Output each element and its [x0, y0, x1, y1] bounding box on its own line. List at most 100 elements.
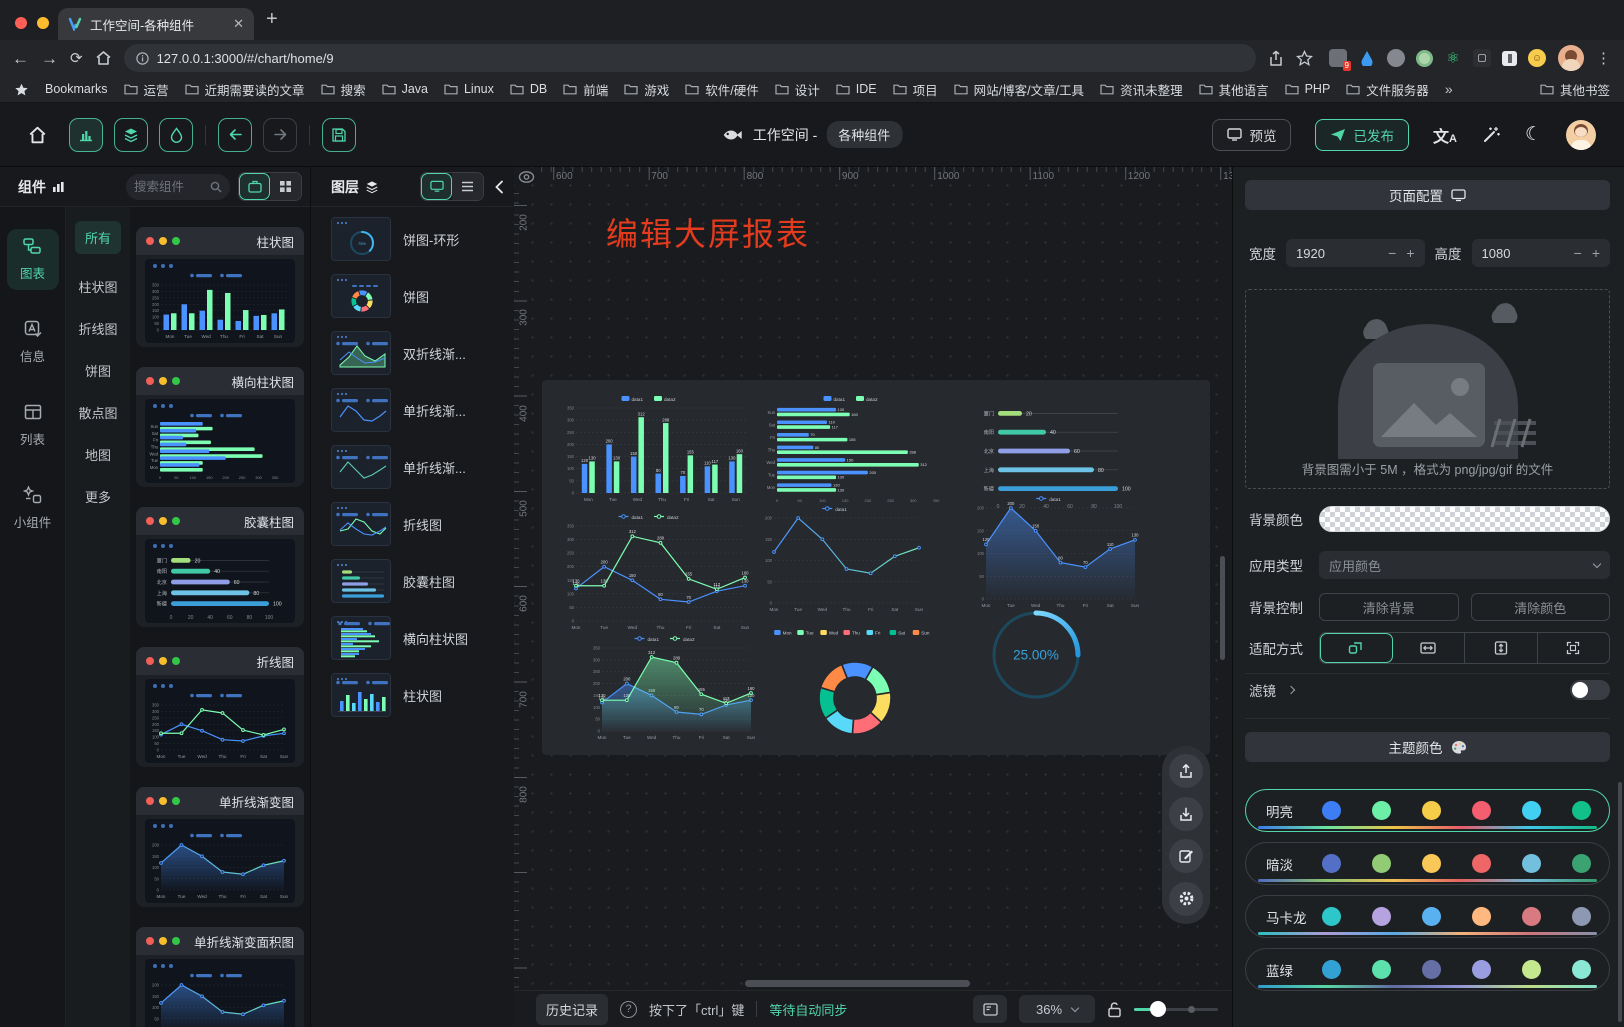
bookmark-folder[interactable]: 其他语言 — [1199, 80, 1269, 99]
toolbox-view-button[interactable] — [239, 173, 270, 200]
fit-width-button[interactable] — [1393, 633, 1466, 663]
user-avatar[interactable] — [1566, 120, 1596, 150]
ext-blue-drop-icon[interactable] — [1358, 49, 1376, 67]
window-minimize-button[interactable] — [37, 17, 49, 29]
fit-stretch-button[interactable] — [1538, 633, 1610, 663]
bg-color-swatch[interactable] — [1319, 506, 1610, 532]
widget-dual-area-chart[interactable]: data1data2050100150200250300350MonTueWed… — [582, 632, 758, 742]
ext-sidebar-icon[interactable] — [1502, 51, 1517, 66]
canvas-horizontal-scrollbar[interactable] — [745, 980, 970, 987]
width-minus-button[interactable]: − — [1388, 245, 1396, 261]
history-button[interactable]: 历史记录 — [536, 994, 608, 1025]
back-button[interactable]: ← — [12, 50, 29, 67]
bookmark-folder[interactable]: IDE — [836, 82, 877, 96]
doc-panel-button[interactable] — [973, 995, 1007, 1023]
component-card[interactable]: 横向柱状图050100150200250300350SunSatFriThuWe… — [136, 367, 304, 487]
layer-item[interactable]: 饼图 — [331, 274, 514, 318]
editor-canvas[interactable]: 6007008009001000110012001300 20030040050… — [514, 167, 1232, 990]
ext-puzzle-icon[interactable] — [1473, 49, 1491, 67]
widget-progress-ring[interactable]: 25.00% — [986, 605, 1086, 705]
bookmark-folder[interactable]: Linux — [444, 82, 494, 96]
ext-gray-badge-icon[interactable]: 9 — [1329, 49, 1347, 67]
save-button[interactable] — [322, 118, 356, 152]
layer-item[interactable]: 柱状图 — [331, 673, 514, 717]
bookmark-folder[interactable]: 资讯未整理 — [1100, 80, 1183, 99]
redo-button[interactable] — [263, 118, 297, 152]
bookmark-folder[interactable]: 网站/博客/文章/工具 — [954, 80, 1084, 99]
search-icon[interactable] — [210, 181, 222, 193]
help-icon[interactable]: ? — [620, 1001, 637, 1018]
width-stepper[interactable]: 1920−+ — [1286, 239, 1425, 267]
bookmarks-overflow[interactable]: » — [1445, 81, 1453, 97]
home-button[interactable] — [95, 50, 112, 66]
theme-color-title[interactable]: 主题颜色 — [1245, 732, 1610, 762]
canvas-text-widget[interactable]: 编辑大屏报表 — [606, 209, 810, 255]
width-plus-button[interactable]: + — [1406, 245, 1414, 261]
dashboard[interactable]: data1data2050100150200250300350Mon120130… — [542, 380, 1210, 755]
category-item-散点图[interactable]: 散点图 — [75, 403, 121, 422]
forward-button[interactable]: → — [41, 50, 58, 67]
reload-button[interactable]: ⟳ — [70, 51, 83, 66]
page-config-title[interactable]: 页面配置 — [1245, 180, 1610, 210]
widget-line-chart[interactable]: data1data2050100150200250300350MonTueWed… — [556, 510, 752, 632]
filter-toggle[interactable] — [1570, 680, 1610, 700]
bookmark-folder[interactable]: 近期需要读的文章 — [185, 80, 305, 99]
eye-icon[interactable] — [518, 170, 535, 184]
height-minus-button[interactable]: − — [1574, 245, 1582, 261]
fit-auto-button[interactable] — [1320, 633, 1393, 663]
widget-area-chart[interactable]: data1050100150200MonTueWedThuFriSatSun12… — [966, 492, 1142, 610]
layers-mode-button[interactable] — [114, 118, 148, 152]
bookmark-folder[interactable]: 软件/硬件 — [685, 80, 758, 99]
theme-row-蓝绿[interactable]: 蓝绿 — [1245, 948, 1610, 991]
share-icon[interactable] — [1268, 50, 1284, 67]
height-plus-button[interactable]: + — [1592, 245, 1600, 261]
new-tab-button[interactable]: + — [266, 8, 278, 31]
ext-globe-icon[interactable] — [1387, 49, 1405, 67]
grid-view-button[interactable] — [270, 173, 301, 200]
bookmarks-label[interactable]: Bookmarks — [45, 82, 108, 96]
publish-button[interactable]: 已发布 — [1315, 119, 1409, 151]
import-button[interactable] — [1169, 797, 1203, 831]
sidebar-item-信息[interactable]: 信息 — [7, 312, 59, 373]
slider-knob[interactable] — [1150, 1001, 1166, 1017]
chart-mode-button[interactable] — [69, 118, 103, 152]
collapse-chevron-icon[interactable] — [494, 180, 504, 194]
layers-thumbnail-view-button[interactable] — [421, 173, 452, 200]
ext-emoji-icon[interactable]: ☺ — [1528, 49, 1546, 67]
widget-bar-chart[interactable]: data1data2050100150200250300350Mon120130… — [556, 392, 752, 504]
address-bar[interactable]: 127.0.0.1:3000/#/chart/home/9 — [124, 44, 1256, 72]
home-icon[interactable] — [28, 126, 47, 144]
chevron-right-icon[interactable] — [1287, 686, 1295, 694]
layer-item[interactable]: 横向柱状图 — [331, 616, 514, 660]
layer-item[interactable]: 双折线渐... — [331, 331, 514, 375]
dark-mode-icon[interactable]: ☾ — [1525, 123, 1542, 146]
component-card[interactable]: 柱状图050100150200250300350MonTueWedThuFriS… — [136, 227, 304, 347]
background-upload-dropzone[interactable]: 背景图需小于 5M ，格式为 png/jpg/gif 的文件 — [1245, 289, 1610, 489]
search-input[interactable] — [134, 180, 206, 194]
canvas-vertical-scrollbar[interactable] — [1220, 556, 1225, 660]
clear-background-button[interactable]: 清除背景 — [1319, 593, 1459, 621]
app-type-select[interactable]: 应用颜色 — [1319, 551, 1610, 579]
bookmark-folder[interactable]: 文件服务器 — [1346, 80, 1429, 99]
undo-button[interactable] — [218, 118, 252, 152]
category-item-饼图[interactable]: 饼图 — [75, 361, 121, 380]
layer-item[interactable]: 单折线渐... — [331, 445, 514, 489]
bookmark-folder[interactable]: 设计 — [775, 80, 820, 99]
other-bookmarks[interactable]: 其他书签 — [1540, 80, 1610, 99]
preview-button[interactable]: 预览 — [1212, 119, 1291, 151]
site-info-icon[interactable] — [136, 52, 149, 65]
category-item-折线图[interactable]: 折线图 — [75, 319, 121, 338]
widget-gradient-line-chart[interactable]: data1050100150200MonTueWedThuFriSatSun — [754, 502, 926, 614]
settings-button[interactable] — [1169, 882, 1203, 916]
bookmark-folder[interactable]: Java — [382, 82, 428, 96]
tab-close-icon[interactable]: ✕ — [233, 16, 244, 32]
sidebar-item-列表[interactable]: 列表 — [7, 395, 59, 456]
sidebar-item-图表[interactable]: 图表 — [7, 229, 59, 290]
theme-mode-button[interactable] — [159, 118, 193, 152]
component-card[interactable]: 胶囊柱图厦门20南阳40北京60上海80新疆100020406080100 — [136, 507, 304, 627]
bookmark-folder[interactable]: 运营 — [124, 80, 169, 99]
window-close-button[interactable] — [15, 17, 27, 29]
layer-item[interactable]: 胶囊柱图 — [331, 559, 514, 603]
bookmark-folder[interactable]: PHP — [1285, 82, 1331, 96]
layer-item[interactable]: 单折线渐... — [331, 388, 514, 432]
